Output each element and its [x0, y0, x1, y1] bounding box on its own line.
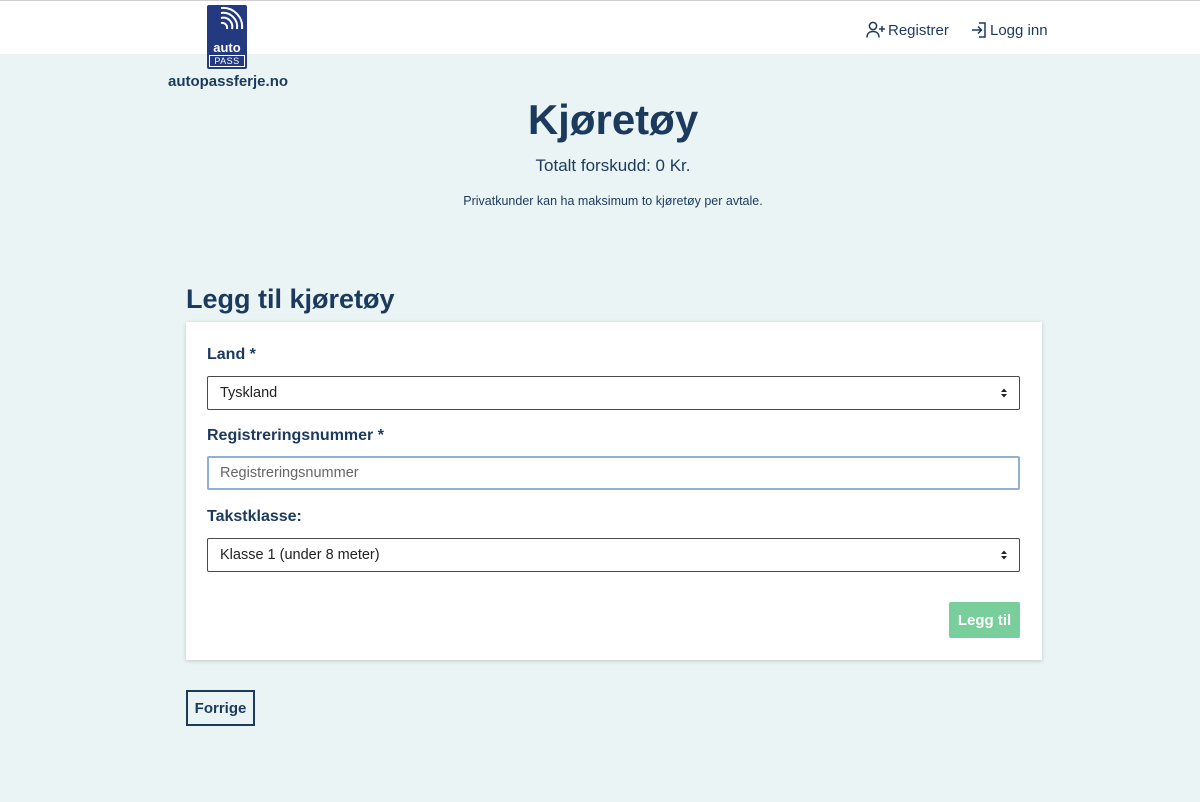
autopass-badge: auto PASS: [207, 5, 247, 69]
rate-class-select[interactable]: Klasse 1 (under 8 meter): [207, 538, 1020, 572]
login-label: Logg inn: [990, 21, 1048, 39]
select-arrows-icon: [1001, 550, 1007, 560]
rate-class-select-value: Klasse 1 (under 8 meter): [220, 547, 380, 563]
add-vehicle-button[interactable]: Legg til: [949, 602, 1020, 638]
country-select-value: Tyskland: [220, 385, 278, 401]
country-label: Land *: [207, 346, 256, 363]
select-arrows-icon: [1001, 388, 1007, 398]
registration-input[interactable]: [207, 456, 1020, 490]
rate-class-label: Takstklasse:: [207, 508, 302, 525]
logo-word-auto: auto: [213, 40, 241, 55]
vehicle-limit-note: Privatkunder kan ha maksimum to kjøretøy…: [463, 194, 763, 208]
user-plus-icon: [866, 21, 885, 38]
register-label: Registrer: [888, 21, 949, 39]
total-advance-text: Totalt forskudd: 0 Kr.: [535, 156, 691, 175]
signal-waves-icon: [220, 6, 244, 30]
add-vehicle-form: Land * Tyskland Registreringsnummer * Ta…: [186, 322, 1042, 660]
register-link[interactable]: Registrer: [866, 19, 949, 41]
logo-word-pass: PASS: [209, 55, 245, 67]
logo-domain-text: autopassferje.no: [167, 73, 289, 90]
login-link[interactable]: Logg inn: [970, 19, 1048, 41]
top-navigation-bar: auto PASS autopassferje.no Registrer Log…: [0, 0, 1200, 90]
add-vehicle-heading: Legg til kjøretøy: [186, 284, 395, 314]
autopass-logo[interactable]: auto PASS autopassferje.no: [166, 5, 290, 95]
registration-label: Registreringsnummer *: [207, 427, 384, 444]
previous-button[interactable]: Forrige: [186, 690, 255, 726]
country-select[interactable]: Tyskland: [207, 376, 1020, 410]
page-title: Kjøretøy: [527, 96, 699, 143]
login-icon: [972, 22, 986, 38]
